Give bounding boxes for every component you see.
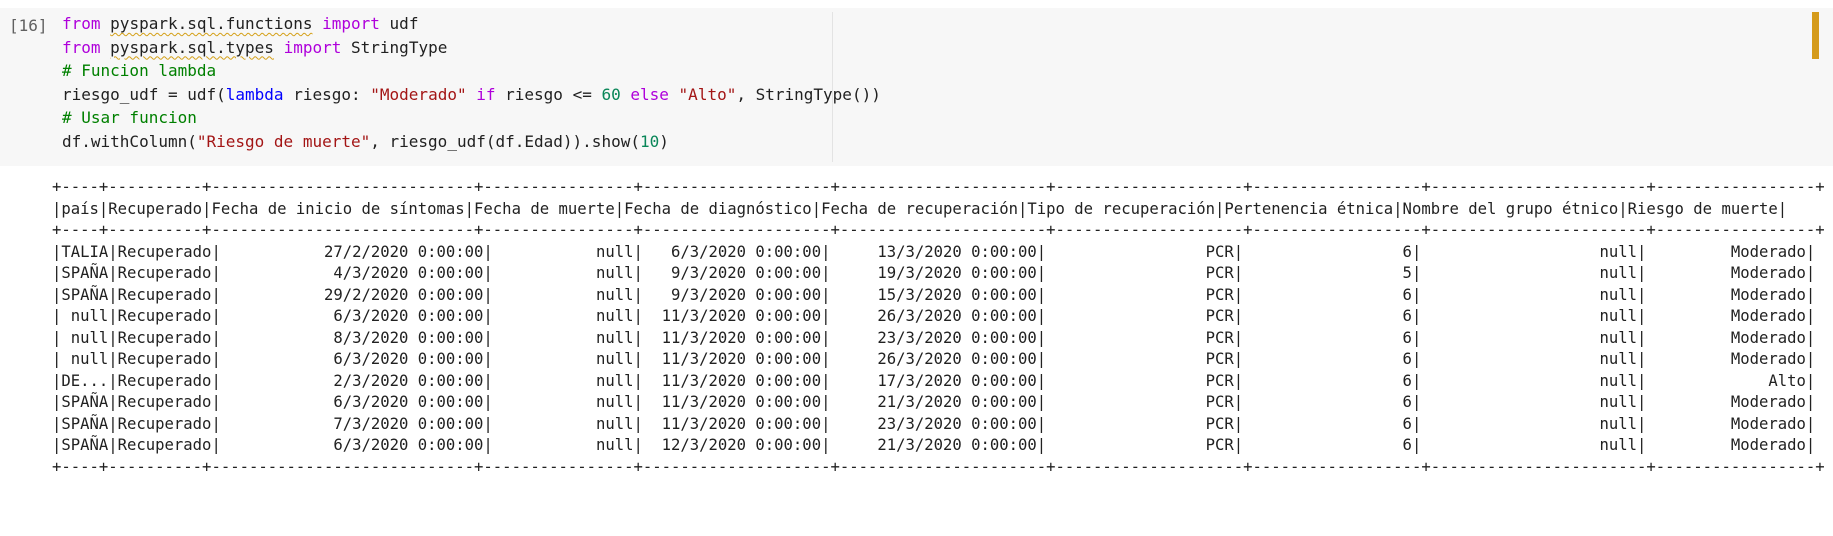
code-line-3: # Funcion lambda xyxy=(62,59,881,83)
code-text: , StringType()) xyxy=(736,84,881,104)
table-row: | null|Recuperado| 6/3/2020 0:00:00| nul… xyxy=(52,349,1816,368)
code-line-6: df.withColumn("Riesgo de muerte", riesgo… xyxy=(62,130,881,154)
code-line-4: riesgo_udf = udf(lambda riesgo: "Moderad… xyxy=(62,83,881,107)
code-line-1: from pyspark.sql.functions import udf xyxy=(62,12,881,36)
keyword-lambda: lambda xyxy=(225,84,284,104)
table-row: |SPAÑA|Recuperado| 6/3/2020 0:00:00| nul… xyxy=(52,435,1816,454)
keyword-else: else xyxy=(630,84,669,104)
table-row: |SPAÑA|Recuperado| 6/3/2020 0:00:00| nul… xyxy=(52,392,1816,411)
keyword-import: import xyxy=(283,37,342,57)
cell-status-bar xyxy=(1812,12,1819,59)
module-name: pyspark.sql.functions xyxy=(110,14,313,33)
string-literal: "Alto" xyxy=(678,84,737,104)
table-row: |DE...|Recuperado| 2/3/2020 0:00:00| nul… xyxy=(52,370,1816,390)
code-comment: # Usar funcion xyxy=(62,108,197,127)
code-text: ) xyxy=(659,131,669,151)
execution-count: [16] xyxy=(9,16,48,35)
import-name: StringType xyxy=(351,37,448,57)
table-row: |SPAÑA|Recuperado| 7/3/2020 0:00:00| nul… xyxy=(52,413,1816,433)
table-header: |país|Recuperado|Fecha de inicio de sínt… xyxy=(52,198,1788,218)
table-row: | null|Recuperado| 6/3/2020 0:00:00| nul… xyxy=(52,306,1816,325)
cell-output: +----+----------+-----------------------… xyxy=(0,176,1833,496)
table-row: |SPAÑA|Recuperado| 29/2/2020 0:00:00| nu… xyxy=(52,284,1816,304)
table-row: |SPAÑA|Recuperado| 4/3/2020 0:00:00| nul… xyxy=(52,263,1816,282)
number-literal: 60 xyxy=(601,84,621,104)
string-literal: "Riesgo de muerte" xyxy=(196,131,371,151)
table-separator: +----+----------+-----------------------… xyxy=(52,456,1825,476)
code-line-2: from pyspark.sql.types import StringType xyxy=(62,36,881,60)
table-output: +----+----------+-----------------------… xyxy=(52,176,1825,477)
number-literal: 10 xyxy=(639,131,660,151)
module-name: pyspark.sql.types xyxy=(110,37,274,57)
code-text: df.withColumn( xyxy=(62,131,197,151)
table-separator: +----+----------+-----------------------… xyxy=(52,220,1825,239)
keyword-if: if xyxy=(476,84,496,104)
table-separator: +----+----------+-----------------------… xyxy=(52,177,1825,196)
import-name: udf xyxy=(389,14,419,33)
code-cell[interactable]: [16] from pyspark.sql.functions import u… xyxy=(0,8,1833,166)
table-row: |TALIA|Recuperado| 27/2/2020 0:00:00| nu… xyxy=(52,241,1816,261)
code-comment: # Funcion lambda xyxy=(62,61,217,80)
code-text: , riesgo_udf(df.Edad)).show( xyxy=(370,131,640,151)
code-text: riesgo_udf = udf( xyxy=(62,84,226,104)
table-row: | null|Recuperado| 8/3/2020 0:00:00| nul… xyxy=(52,327,1816,347)
code-text: riesgo <= xyxy=(495,84,602,104)
string-literal: "Moderado" xyxy=(370,84,467,104)
keyword-from: from xyxy=(62,14,101,33)
keyword-from: from xyxy=(62,37,101,57)
code-line-5: # Usar funcion xyxy=(62,106,881,130)
keyword-import: import xyxy=(322,14,380,33)
code-text: riesgo: xyxy=(283,84,371,104)
code-editor[interactable]: from pyspark.sql.functions import udf fro… xyxy=(62,12,881,153)
